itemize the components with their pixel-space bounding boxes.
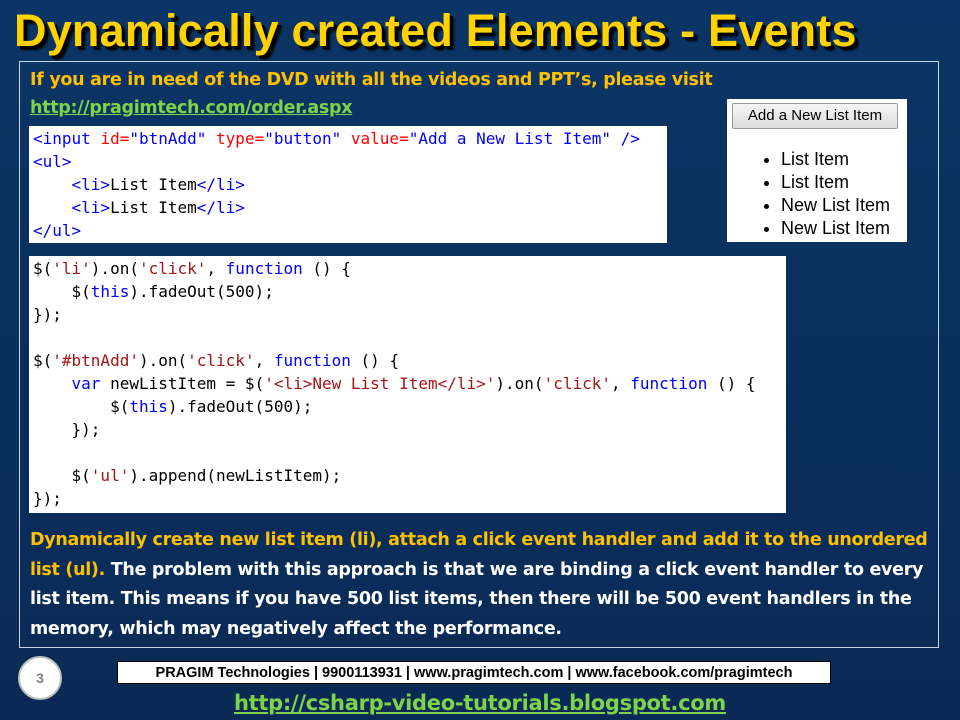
list-item[interactable]: List Item [781,148,890,171]
code-token: </li> [196,175,245,194]
code-token: var [71,374,101,393]
code-line: }); [33,420,101,439]
slide-title: Dynamically created Elements - Events [14,5,857,56]
code-token: '<li>New List Item</li>' [264,374,496,393]
code-token: 'click' [138,259,207,278]
code-token: function [630,374,708,393]
preview-list: List Item List Item New List Item New Li… [727,148,890,240]
code-line: <li>List Item</li> [33,173,667,196]
code-line: }); [33,489,62,508]
dvd-intro-text: If you are in need of the DVD with all t… [30,70,713,90]
code-line: <ul> [33,152,72,171]
code-token: this [129,397,168,416]
code-token: "button" [264,129,342,148]
code-token: $( [33,259,53,278]
code-token: $( [33,397,130,416]
code-token: 'click' [543,374,611,393]
code-token: 'li' [52,259,91,278]
code-token: $( [33,466,91,485]
code-token: "Add a New List Item" [408,129,611,148]
code-line: }); [33,305,62,324]
js-code-block: $('li').on('click', function () { $(this… [29,256,786,513]
code-line: $('li').on('click', function () { [33,257,786,280]
code-token: '#btnAdd' [52,351,139,370]
code-token: ).on( [90,259,139,278]
code-token: id= [100,129,130,148]
code-line: <li>List Item</li> [33,196,667,219]
code-line: <input id="btnAdd" type="button" value="… [33,127,667,150]
blog-link[interactable]: http://csharp-video-tutorials.blogspot.c… [234,689,726,717]
code-token: ).on( [138,351,188,370]
list-item[interactable]: New List Item [781,194,890,217]
add-list-item-button[interactable]: Add a New List Item [732,103,898,129]
code-token: function [225,259,303,278]
code-line: $('#btnAdd').on('click', function () { [33,349,786,372]
code-token: ).on( [495,374,544,393]
list-item[interactable]: New List Item [781,217,890,240]
code-token: type= [206,129,265,148]
code-token: <li> [71,175,111,194]
code-token: $( [33,351,53,370]
slide-number-badge: 3 [18,656,62,700]
list-item[interactable]: List Item [781,171,890,194]
code-line: $(this).fadeOut(500); [33,280,786,303]
explanation-body: The problem with this approach is that w… [30,559,924,639]
code-line: $('ul').append(newListItem); [33,464,786,487]
explanation-paragraph: Dynamically create new list item (li), a… [30,526,930,644]
html-code-block: <input id="btnAdd" type="button" value="… [29,126,667,243]
code-token: , [611,374,631,393]
code-token: /> [611,129,640,148]
code-token: "btnAdd" [129,129,207,148]
browser-preview: Add a New List Item List Item List Item … [727,99,907,242]
code-line: var newListItem = $('<li>New List Item</… [33,372,786,395]
code-token: () { [350,351,400,370]
code-token: () { [707,374,756,393]
code-token: () { [302,259,351,278]
code-token: , [206,259,226,278]
code-token: , [254,351,274,370]
code-token: </li> [196,198,245,217]
code-line: $(this).fadeOut(500); [33,395,786,418]
code-token: this [90,282,130,301]
code-token: List Item [110,175,197,194]
code-token: newListItem = $( [100,374,265,393]
code-token: value= [341,129,409,148]
code-token: <input [33,129,101,148]
footer-contact-bar: PRAGIM Technologies | 9900113931 | www.p… [117,661,831,684]
order-link[interactable]: http://pragimtech.com/order.aspx [30,96,353,120]
code-token: ).fadeOut(500); [167,397,313,416]
code-token: function [273,351,351,370]
code-token: ).fadeOut(500); [129,282,274,301]
code-line: </ul> [33,221,82,240]
code-token: $( [33,282,91,301]
code-token: 'ul' [90,466,130,485]
code-token: 'click' [187,351,255,370]
code-token: <li> [71,198,111,217]
code-token: ).append(newListItem); [129,466,342,485]
code-token: List Item [110,198,197,217]
